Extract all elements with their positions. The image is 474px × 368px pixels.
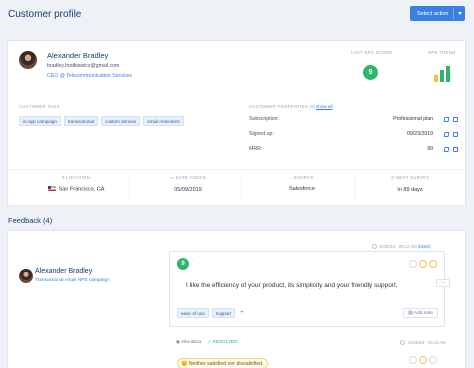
feedback-response-box: 9 · I like the efficiency of your produc… xyxy=(169,251,450,327)
trash-icon[interactable] xyxy=(453,117,458,122)
source-value: Salesforce xyxy=(289,186,315,192)
nps-trend-bar xyxy=(446,66,450,82)
select-action-button[interactable]: Select action xyxy=(410,6,465,21)
divider xyxy=(241,173,242,199)
more-options-button[interactable]: ··· xyxy=(436,279,450,287)
neutral-sentiment-badge: 😐 Neither satisfied nor dissatisfied xyxy=(177,358,269,368)
nps-trend-bar xyxy=(440,70,444,82)
date-added-label: ▭ DATE ADDED xyxy=(170,175,206,180)
add-tag-button[interactable]: + xyxy=(238,310,246,316)
assignee-name[interactable]: Alex Bitca xyxy=(181,339,201,344)
property-row-mrr: MRR: 99 xyxy=(249,146,459,154)
property-value: Professional plan xyxy=(393,116,433,122)
property-key: Subscription: xyxy=(249,116,279,122)
last-nps-label: LAST NPS SCORE xyxy=(351,50,393,55)
rating-circle[interactable] xyxy=(409,260,417,268)
tag-email-reminders[interactable]: email reminders xyxy=(143,116,184,126)
customer-profile-card: Alexander Bradley bradley.hodkiewicz@gma… xyxy=(7,40,466,206)
meta-location: ⌾ LOCATION San Francisco, CA xyxy=(26,175,126,193)
feedback-campaign-link[interactable]: Transactional email NPS campaign xyxy=(35,278,110,283)
last-nps-score: 9 xyxy=(363,65,378,80)
resolved-status[interactable]: ✓ RESOLVED xyxy=(207,339,237,344)
rating-circle[interactable] xyxy=(419,260,427,268)
meta-date-added: ▭ DATE ADDED 05/09/2019 xyxy=(138,175,238,193)
property-value: 99 xyxy=(427,146,433,152)
rating-circle[interactable] xyxy=(419,356,427,364)
show-all-link[interactable]: show all xyxy=(316,104,333,109)
feedback-date: 4/4/2019 · 09:12 AM xyxy=(408,340,446,345)
property-key: Signed up: xyxy=(249,131,274,137)
customer-tags: in-app campaign transactional custom dom… xyxy=(19,116,184,126)
rating-circles xyxy=(409,260,437,268)
tag-support[interactable]: support xyxy=(211,308,236,318)
meta-next-survey: ◷ NEXT SURVEY In 89 days xyxy=(360,175,460,193)
location-label: ⌾ LOCATION xyxy=(61,175,91,180)
trash-icon[interactable] xyxy=(453,147,458,152)
tag-ease-of-use[interactable]: ease of use xyxy=(177,308,209,318)
next-survey-label: ◷ NEXT SURVEY xyxy=(390,175,430,180)
feedback-date: 4/4/2019 · 09:12 AM (latest) xyxy=(379,244,431,249)
feedback-card: Alexander Bradley Transactional email NP… xyxy=(7,230,466,368)
button-separator xyxy=(453,8,454,19)
divider xyxy=(8,169,465,170)
customer-name: Alexander Bradley xyxy=(47,51,109,60)
tag-transactional[interactable]: transactional xyxy=(63,116,99,126)
rating-circles xyxy=(409,356,437,364)
info-icon[interactable] xyxy=(400,340,405,345)
divider xyxy=(129,173,130,199)
rating-circle[interactable] xyxy=(429,260,437,268)
date-added-value: 05/09/2019 xyxy=(174,187,202,193)
add-note-button[interactable]: ▤ Add note xyxy=(403,308,438,318)
nps-trend-bar xyxy=(434,74,438,82)
feedback-score: 9 xyxy=(177,258,189,270)
next-survey-value: In 89 days xyxy=(397,187,423,193)
property-row-subscription: Subscription: Professional plan xyxy=(249,116,459,124)
rating-circle[interactable] xyxy=(409,356,417,364)
meta-source: ▫ SOURCE Salesforce xyxy=(252,175,352,192)
avatar xyxy=(19,51,37,69)
source-label: ▫ SOURCE xyxy=(290,175,314,180)
trash-icon[interactable] xyxy=(453,132,458,137)
property-value: 09/23/2019 xyxy=(407,131,433,137)
customer-company-link[interactable]: CEO @ Telecommunication Services xyxy=(47,73,132,79)
nps-trend-label: NPS TREND xyxy=(428,50,456,55)
tag-in-app-campaign[interactable]: in-app campaign xyxy=(19,116,61,126)
edit-icon[interactable] xyxy=(443,117,450,122)
customer-properties-label: CUSTOMER PROPERTIES (8) xyxy=(249,104,316,109)
info-icon[interactable] xyxy=(372,244,377,249)
feedback-author: Alexander Bradley xyxy=(35,268,93,275)
rating-circle[interactable] xyxy=(429,356,437,364)
property-key: MRR: xyxy=(249,146,263,152)
tag-custom-domain[interactable]: custom domain xyxy=(101,116,141,126)
edit-icon[interactable] xyxy=(443,147,450,152)
feedback-title: Feedback (4) xyxy=(8,216,53,225)
nps-trend-chart xyxy=(434,66,450,82)
feedback-assignment-row: ◉ Alex Bitca ✓ RESOLVED xyxy=(176,339,237,345)
location-value: San Francisco, CA xyxy=(26,186,126,193)
us-flag-icon xyxy=(47,186,56,191)
property-row-signed-up: Signed up: 09/23/2019 xyxy=(249,131,459,139)
feedback-tags: ease of use support + xyxy=(177,308,246,318)
customer-tags-label: CUSTOMER TAGS xyxy=(19,104,60,109)
edit-icon[interactable] xyxy=(443,132,450,137)
avatar xyxy=(19,269,33,283)
divider xyxy=(354,173,355,199)
customer-email: bradley.hodkiewicz@gmail.com xyxy=(47,63,120,69)
page-title: Customer profile xyxy=(8,9,82,20)
feedback-comment: I like the efficiency of your product, i… xyxy=(186,282,398,289)
select-action-label: Select action xyxy=(417,10,449,17)
chevron-down-icon[interactable] xyxy=(458,12,462,15)
comment-icon: · xyxy=(193,258,195,264)
